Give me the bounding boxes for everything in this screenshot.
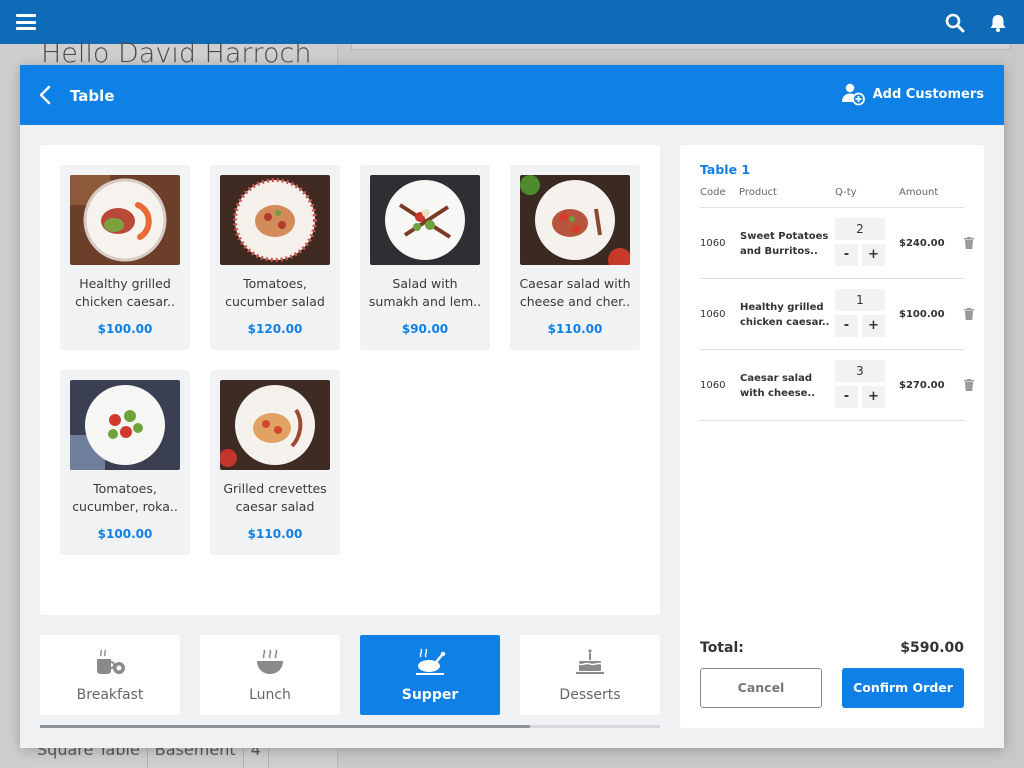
increase-quantity-button[interactable]: +	[862, 386, 885, 408]
search-icon[interactable]	[944, 12, 966, 34]
cancel-button[interactable]: Cancel	[700, 668, 822, 708]
row-amount: $100.00	[899, 309, 945, 320]
dish-photo	[70, 175, 180, 265]
product-card[interactable]: Tomatoes, cucumber, roka.. $100.00	[60, 370, 190, 555]
back-chevron-icon[interactable]	[38, 85, 52, 105]
breakfast-icon	[97, 649, 125, 674]
category-breakfast[interactable]: Breakfast	[40, 635, 180, 715]
order-row: 1060 Caesar salad with cheese.. 3 - + $2…	[700, 350, 974, 421]
dish-photo	[370, 175, 480, 265]
product-price: $110.00	[247, 527, 303, 541]
product-name: Grilled crevettes caesar salad	[223, 481, 327, 514]
row-code: 1060	[700, 309, 726, 320]
product-card[interactable]: Grilled crevettes caesar salad $110.00	[210, 370, 340, 555]
product-card[interactable]: Tomatoes, cucumber salad $120.00	[210, 165, 340, 350]
header-product: Product	[739, 187, 777, 198]
row-code: 1060	[700, 380, 726, 391]
total-label: Total:	[700, 640, 744, 656]
trash-icon[interactable]	[964, 237, 974, 249]
total-value: $590.00	[900, 640, 964, 656]
header-code: Code	[700, 187, 726, 198]
row-product: Sweet Potatoes and Burritos..	[740, 231, 829, 257]
row-code: 1060	[700, 238, 726, 249]
dish-photo	[220, 380, 330, 470]
decrease-quantity-button[interactable]: -	[835, 386, 858, 408]
header-amount: Amount	[899, 187, 939, 198]
add-customers-label: Add Customers	[872, 86, 984, 102]
product-card[interactable]: Salad with sumakh and lem.. $90.00	[360, 165, 490, 350]
trash-icon[interactable]	[964, 379, 974, 391]
decrease-quantity-button[interactable]: -	[835, 315, 858, 337]
product-price: $100.00	[97, 527, 153, 541]
order-panel: Table 1 Code Product Q-ty Amount 1060 Sw…	[680, 145, 984, 728]
header-qty: Q-ty	[835, 187, 857, 198]
category-label: Breakfast	[76, 687, 144, 703]
category-supper[interactable]: Supper	[360, 635, 500, 715]
increase-quantity-button[interactable]: +	[862, 315, 885, 337]
decrease-quantity-button[interactable]: -	[835, 244, 858, 266]
row-amount: $240.00	[899, 238, 945, 249]
order-row: 1060 Sweet Potatoes and Burritos.. 2 - +…	[700, 208, 974, 279]
product-grid: Healthy grilled chicken caesar.. $100.00…	[40, 145, 660, 615]
table-order-modal: Table Add Customers Healthy grilled chic…	[20, 65, 1004, 748]
trash-icon[interactable]	[964, 308, 974, 320]
roast-chicken-icon	[416, 648, 446, 675]
confirm-order-button[interactable]: Confirm Order	[842, 668, 964, 708]
dish-photo	[520, 175, 630, 265]
row-product: Healthy grilled chicken caesar..	[740, 302, 830, 328]
row-product: Caesar salad with cheese..	[740, 373, 815, 399]
quantity-field[interactable]: 2	[835, 218, 885, 240]
bell-icon[interactable]	[987, 12, 1009, 34]
category-label: Supper	[401, 687, 459, 703]
category-label: Lunch	[249, 687, 291, 703]
category-lunch[interactable]: Lunch	[200, 635, 340, 715]
dish-photo	[70, 380, 180, 470]
category-desserts[interactable]: Desserts	[520, 635, 660, 715]
soup-bowl-icon	[257, 649, 283, 674]
category-scrollbar[interactable]	[40, 725, 660, 728]
dish-photo	[220, 175, 330, 265]
product-name: Tomatoes, cucumber, roka..	[72, 481, 178, 514]
increase-quantity-button[interactable]: +	[862, 244, 885, 266]
modal-header: Table Add Customers	[20, 65, 1004, 125]
modal-title: Table	[70, 87, 115, 105]
product-price: $90.00	[401, 322, 449, 336]
product-card[interactable]: Healthy grilled chicken caesar.. $100.00	[60, 165, 190, 350]
order-table-header: Code Product Q-ty Amount	[700, 187, 964, 208]
category-label: Desserts	[559, 687, 621, 703]
quantity-field[interactable]: 3	[835, 360, 885, 382]
order-total: Total: $590.00	[700, 640, 964, 656]
product-name: Healthy grilled chicken caesar..	[75, 276, 175, 309]
hamburger-menu-icon[interactable]	[16, 14, 36, 30]
product-name: Tomatoes, cucumber salad	[225, 276, 325, 309]
row-amount: $270.00	[899, 380, 945, 391]
product-price: $110.00	[547, 322, 603, 336]
product-card[interactable]: Caesar salad with cheese and cher.. $110…	[510, 165, 640, 350]
product-name: Salad with sumakh and lem..	[368, 276, 482, 309]
product-price: $120.00	[247, 322, 303, 336]
quantity-field[interactable]: 1	[835, 289, 885, 311]
add-customers-button[interactable]: Add Customers	[841, 82, 984, 106]
product-price: $100.00	[97, 322, 153, 336]
add-user-icon	[841, 83, 865, 106]
cake-icon	[576, 649, 604, 674]
product-name: Caesar salad with cheese and cher..	[519, 276, 631, 309]
background-card	[351, 44, 1011, 50]
order-row: 1060 Healthy grilled chicken caesar.. 1 …	[700, 279, 974, 350]
scrollbar-thumb[interactable]	[40, 725, 530, 728]
order-table-label: Table 1	[700, 162, 751, 177]
